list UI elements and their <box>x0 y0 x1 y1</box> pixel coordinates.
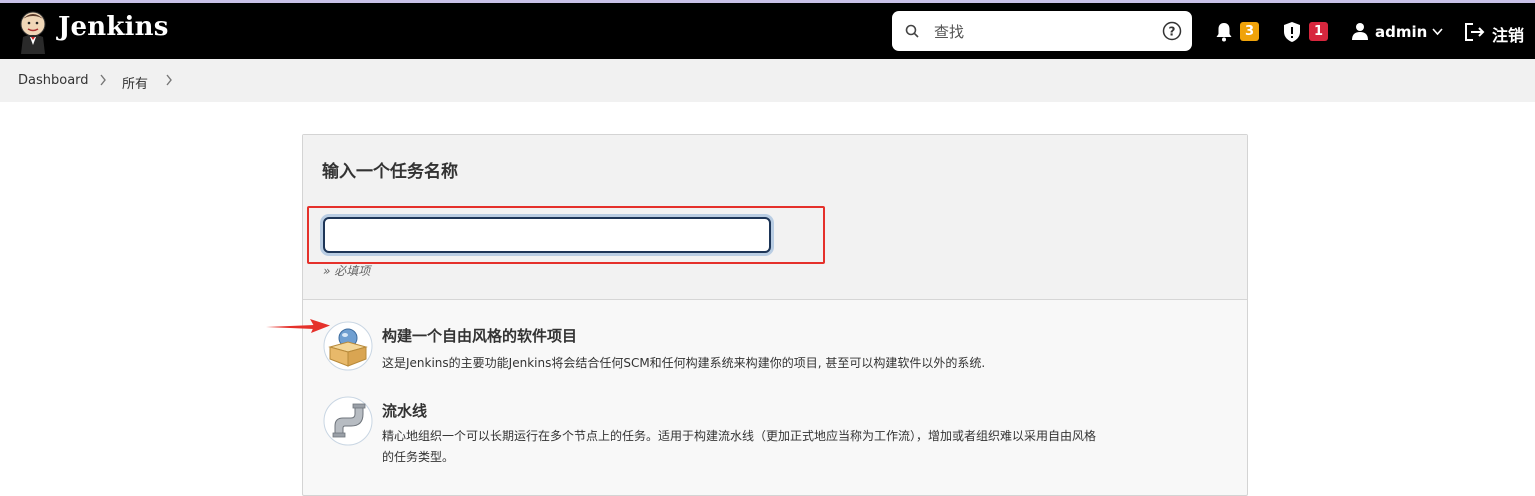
breadcrumb: Dashboard 所有 <box>0 59 1535 102</box>
pipeline-icon[interactable] <box>323 396 373 446</box>
logout-link[interactable]: 注销 <box>1492 22 1524 46</box>
notifications-badge[interactable]: 3 <box>1240 22 1259 41</box>
brand-title[interactable]: Jenkins <box>58 12 169 42</box>
item-name-heading: 输入一个任务名称 <box>322 162 458 182</box>
pipeline-description-line1: 精心地组织一个可以长期运行在多个节点上的任务。适用于构建流水线（更加正式地应当称… <box>382 429 1097 443</box>
pipeline-description-line2: 的任务类型。 <box>382 450 455 464</box>
security-badge[interactable]: 1 <box>1309 22 1328 41</box>
bell-icon[interactable] <box>1215 22 1233 42</box>
search-box[interactable]: ? <box>892 11 1192 51</box>
chevron-down-icon[interactable] <box>1432 28 1443 36</box>
help-icon[interactable]: ? <box>1162 21 1182 41</box>
breadcrumb-dashboard[interactable]: Dashboard <box>18 73 89 88</box>
chevron-right-icon[interactable] <box>165 74 173 86</box>
pipeline-title[interactable]: 流水线 <box>382 400 427 421</box>
item-name-section: 输入一个任务名称 » 必填项 <box>303 135 1247 300</box>
jenkins-logo-icon[interactable] <box>16 10 50 54</box>
freestyle-project-title[interactable]: 构建一个自由风格的软件项目 <box>382 325 577 346</box>
search-input[interactable] <box>932 19 1136 45</box>
top-header: Jenkins ? 3 1 admin 注销 <box>0 3 1535 59</box>
user-menu-name[interactable]: admin <box>1375 23 1427 41</box>
breadcrumb-all[interactable]: 所有 <box>122 73 148 92</box>
shield-icon[interactable] <box>1283 21 1301 43</box>
search-icon <box>905 24 919 38</box>
logout-icon[interactable] <box>1464 22 1486 42</box>
required-hint: » 必填项 <box>323 264 371 278</box>
chevron-right-icon[interactable] <box>99 74 107 86</box>
new-item-panel: 输入一个任务名称 » 必填项 构建一个自由风格的软件项目 这是Jenkins的主… <box>302 134 1248 496</box>
item-name-input[interactable] <box>323 217 771 253</box>
svg-text:?: ? <box>1169 25 1176 39</box>
freestyle-project-description: 这是Jenkins的主要功能Jenkins将会结合任何SCM和任何构建系统来构建… <box>382 356 986 370</box>
red-arrow-annotation <box>266 319 330 333</box>
user-icon[interactable] <box>1352 22 1368 40</box>
